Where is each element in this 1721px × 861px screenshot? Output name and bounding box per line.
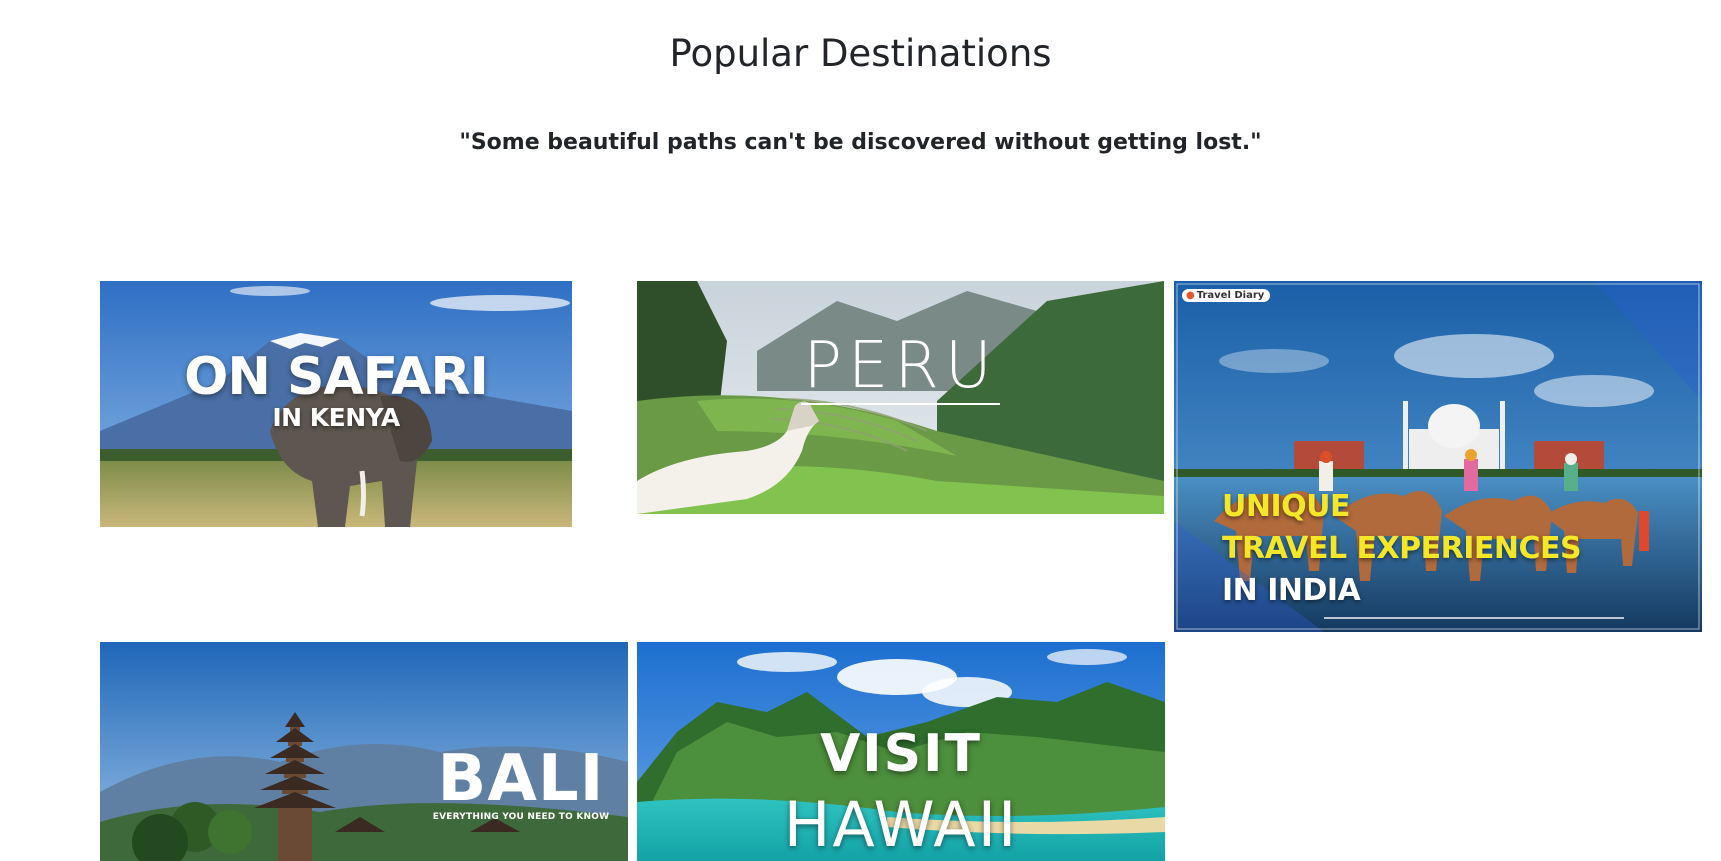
destination-card-peru[interactable]: PERU: [637, 281, 1164, 514]
kenya-title: ON SAFARI: [184, 347, 489, 407]
india-logo: ● Travel Diary: [1182, 289, 1271, 302]
bali-title: BALI: [437, 742, 605, 816]
hawaii-subtitle: HAWAII: [783, 788, 1019, 861]
hawaii-title: VISIT: [820, 724, 982, 784]
peru-title: PERU: [637, 329, 1164, 405]
kenya-subtitle: IN KENYA: [272, 403, 400, 432]
india-line-1: UNIQUE: [1222, 489, 1351, 524]
bali-subtitle: EVERYTHING YOU NEED TO KNOW: [432, 812, 610, 822]
india-line-2: TRAVEL EXPERIENCES: [1222, 531, 1582, 566]
page: Popular Destinations "Some beautiful pat…: [0, 0, 1721, 861]
destination-card-kenya[interactable]: ON SAFARI IN KENYA: [100, 281, 572, 527]
india-line-3: IN INDIA: [1222, 573, 1361, 608]
destination-card-hawaii[interactable]: VISIT HAWAII: [637, 642, 1165, 861]
page-title: Popular Destinations: [669, 32, 1052, 75]
india-logo-text: Travel Diary: [1196, 290, 1265, 301]
peru-title-text: PERU: [801, 329, 1000, 405]
destination-card-india[interactable]: ● Travel Diary UNIQUE TRAVEL EXPERIENCES …: [1174, 281, 1702, 632]
page-quote: "Some beautiful paths can't be discovere…: [459, 130, 1262, 155]
logo-icon: ●: [1186, 290, 1195, 301]
destination-card-bali[interactable]: BALI EVERYTHING YOU NEED TO KNOW: [100, 642, 628, 861]
